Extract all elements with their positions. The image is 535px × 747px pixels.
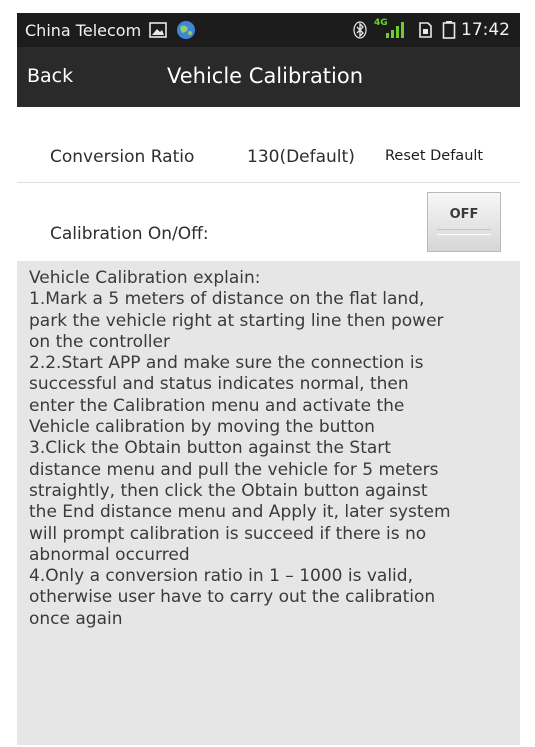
explain-line: 1.Mark a 5 meters of distance on the fla…	[29, 289, 425, 310]
battery-icon	[442, 21, 456, 39]
explain-line: once again	[29, 608, 123, 629]
explain-line: park the vehicle right at starting line …	[29, 310, 444, 331]
explain-line: 2.2.Start APP and make sure the connecti…	[29, 353, 424, 374]
explain-title: Vehicle Calibration explain:	[29, 268, 261, 288]
explain-line: distance menu and pull the vehicle for 5…	[29, 459, 439, 480]
reset-default-button[interactable]: Reset Default	[385, 148, 483, 164]
carrier-name: China Telecom	[25, 21, 142, 40]
sim-card-icon	[419, 22, 432, 38]
conversion-ratio-value: 130(Default)	[247, 147, 355, 167]
explain-line: 4.Only a conversion ratio in 1 – 1000 is…	[29, 566, 413, 587]
page-title: Vehicle Calibration	[167, 64, 364, 88]
explain-line: 3.Click the Obtain button against the St…	[29, 438, 391, 459]
gallery-icon	[149, 22, 167, 38]
row-divider	[17, 182, 520, 183]
title-bar: Back Vehicle Calibration	[17, 47, 520, 107]
app-screen: China Telecom 4G 17:42 Back Vehicle Cali…	[17, 13, 520, 745]
explain-line: successful and status indicates normal, …	[29, 374, 409, 395]
explain-line: abnormal occurred	[29, 544, 190, 565]
back-button[interactable]: Back	[27, 65, 73, 87]
toggle-state-label: OFF	[449, 207, 479, 222]
settings-card: Conversion Ratio 130(Default) Reset Defa…	[17, 107, 520, 261]
globe-icon	[177, 21, 195, 39]
explain-line: the End distance menu and Apply it, late…	[29, 502, 451, 523]
signal-icon	[386, 22, 404, 38]
explain-line: enter the Calibration menu and activate …	[29, 395, 405, 416]
calibration-toggle-label: Calibration On/Off:	[50, 224, 209, 244]
explain-line: on the controller	[29, 331, 170, 352]
explain-line: straightly, then click the Obtain button…	[29, 480, 428, 501]
explain-line: otherwise user have to carry out the cal…	[29, 587, 436, 608]
calibration-explanation: Vehicle Calibration explain: 1.Mark a 5 …	[29, 268, 515, 630]
clock: 17:42	[461, 20, 510, 40]
conversion-ratio-label: Conversion Ratio	[50, 147, 195, 167]
calibration-toggle-button[interactable]: OFF	[427, 192, 501, 252]
explain-line: will prompt calibration is succeed if th…	[29, 523, 427, 544]
toggle-groove	[437, 229, 491, 235]
status-bar: China Telecom 4G 17:42	[17, 13, 520, 47]
bluetooth-icon	[353, 21, 367, 39]
explain-line: Vehicle calibration by moving the button	[29, 417, 375, 438]
